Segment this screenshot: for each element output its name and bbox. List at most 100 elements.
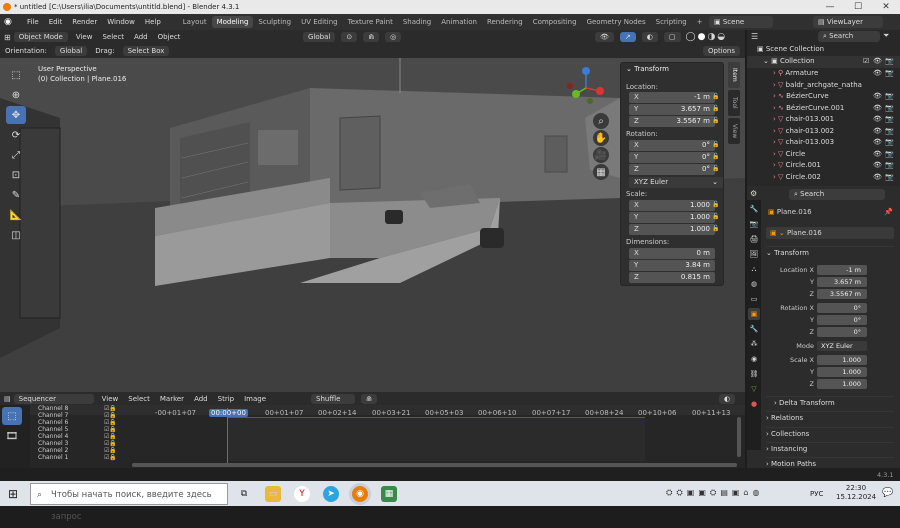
measure-icon[interactable]: 📐 xyxy=(6,206,26,224)
modifier-tab-icon[interactable]: 🔧 xyxy=(748,323,760,335)
yandex-browser-icon[interactable]: Y xyxy=(294,486,310,502)
task-view-icon[interactable]: ⧉ xyxy=(236,486,252,502)
prop-location-x[interactable]: -1 m xyxy=(817,265,867,275)
menu-help[interactable]: Help xyxy=(140,18,166,26)
rotation-z-field[interactable]: Z 0° xyxy=(629,164,715,175)
outliner-item[interactable]: › ▽ chair-013.001 👁 📷 xyxy=(747,114,900,126)
visibility-icon[interactable]: 👁 xyxy=(595,32,614,42)
blade-tool-icon[interactable]: 🎞 xyxy=(2,427,22,445)
outliner-item[interactable]: › ∿ BézierCurve 👁 📷 xyxy=(747,91,900,103)
pin-icon[interactable]: 📌 xyxy=(884,208,893,216)
prop-rotation-mode[interactable]: XYZ Euler xyxy=(817,341,867,351)
outliner-item[interactable]: › ▽ chair-013.003 👁 📷 xyxy=(747,137,900,149)
prop-rotation-x[interactable]: 0° xyxy=(817,303,867,313)
prop-location-y[interactable]: 3.657 m xyxy=(817,277,867,287)
material-tab-icon[interactable]: ● xyxy=(748,398,760,410)
collection-tab-icon[interactable]: ▭ xyxy=(748,293,760,305)
system-tray-icons[interactable]: ⛭⛭▣▣⛭▤▣⌂◍ xyxy=(666,488,764,498)
tab-compositing[interactable]: Compositing xyxy=(528,16,582,28)
tab-item[interactable]: Item xyxy=(728,62,740,88)
options-button[interactable]: Options xyxy=(703,46,741,56)
menu-select[interactable]: Select xyxy=(97,33,129,41)
shuffle-mode-selector[interactable]: Shuffle xyxy=(311,393,356,404)
outliner-item[interactable]: › ▽ Circle.002 👁 📷 xyxy=(747,172,900,184)
scale-z-field[interactable]: Z 1.000 xyxy=(629,224,715,235)
tab-uv-editing[interactable]: UV Editing xyxy=(296,16,343,28)
outliner-item[interactable]: › ∿ BézierCurve.001 👁 📷 xyxy=(747,103,900,115)
camera-icon[interactable]: 🎥 xyxy=(593,147,609,163)
tab-tool[interactable]: Tool xyxy=(728,90,740,116)
tab-scripting[interactable]: Scripting xyxy=(651,16,692,28)
lock-icon[interactable]: 🔓 xyxy=(712,165,719,172)
rotate-icon[interactable]: ⟳ xyxy=(6,126,26,144)
lock-icon[interactable]: 🔓 xyxy=(712,201,719,208)
add-cube-icon[interactable]: ◫ xyxy=(6,226,26,244)
collapse-icon[interactable]: ⌄ xyxy=(626,65,634,73)
annotate-icon[interactable]: ✎ xyxy=(6,186,26,204)
location-x-field[interactable]: X -1 m xyxy=(629,92,715,103)
outliner-editor-icon[interactable]: ☰ xyxy=(751,32,758,41)
outliner-search-input[interactable]: ⌕ Search xyxy=(818,31,880,42)
mode-selector[interactable]: Object Mode xyxy=(13,32,68,42)
rotation-y-field[interactable]: Y 0° xyxy=(629,152,715,163)
tab-animation[interactable]: Animation xyxy=(436,16,482,28)
object-tab-icon[interactable]: ▣ xyxy=(748,308,760,320)
particles-tab-icon[interactable]: ⁂ xyxy=(748,338,760,350)
notifications-icon[interactable]: 💬 xyxy=(882,488,893,498)
vertical-scrollbar[interactable] xyxy=(737,417,741,457)
tool-tab-icon[interactable]: 🔧 xyxy=(748,203,760,215)
maximize-button[interactable]: ☐ xyxy=(844,0,872,14)
viewlayer-selector[interactable]: ▤ ViewLayer xyxy=(813,16,883,28)
perspective-grid-icon[interactable]: ▦ xyxy=(593,164,609,180)
minimize-button[interactable]: — xyxy=(816,0,844,14)
seq-menu-image[interactable]: Image xyxy=(239,395,271,403)
telegram-icon[interactable]: ➤ xyxy=(323,486,339,502)
prop-scale-z[interactable]: 1.000 xyxy=(817,379,867,389)
taskbar-search-input[interactable]: ⌕ Чтобы начать поиск, введите здесь запр… xyxy=(30,483,228,522)
scale-x-field[interactable]: X 1.000 xyxy=(629,200,715,211)
outliner-item[interactable]: › ⚲ Armature 👁 📷 xyxy=(747,68,900,80)
menu-render[interactable]: Render xyxy=(67,18,102,26)
tab-shading[interactable]: Shading xyxy=(398,16,436,28)
prop-location-z[interactable]: 3.5567 m xyxy=(817,289,867,299)
outliner-item[interactable]: › ▽ Circle.001 👁 📷 xyxy=(747,160,900,172)
lock-icon[interactable]: 🔓 xyxy=(712,93,719,100)
scene-selector[interactable]: ▣ Scene xyxy=(709,16,773,28)
output-tab-icon[interactable]: 🖨 xyxy=(748,233,760,245)
prop-rotation-y[interactable]: 0° xyxy=(817,315,867,325)
menu-edit[interactable]: Edit xyxy=(44,18,68,26)
seq-menu-add[interactable]: Add xyxy=(189,395,213,403)
delta-transform-section[interactable]: › Delta Transform xyxy=(766,396,894,409)
solid-shading-icon[interactable]: ● xyxy=(698,32,706,42)
view-layer-tab-icon[interactable]: 🖼 xyxy=(748,248,760,260)
transform-section-header[interactable]: ⌄ Transform xyxy=(766,246,894,259)
windows-start-icon[interactable]: ⊞ xyxy=(8,487,18,501)
menu-window[interactable]: Window xyxy=(102,18,140,26)
channel-toggles[interactable]: ☑🔒 ☑🔒 ☑🔒 ☑🔒 ☑🔒 ☑🔒 ☑🔒 ☑🔒 xyxy=(104,405,117,461)
tab-rendering[interactable]: Rendering xyxy=(482,16,528,28)
horizontal-scrollbar[interactable] xyxy=(132,463,737,467)
file-explorer-icon[interactable]: ▭ xyxy=(265,486,281,502)
instancing-section[interactable]: › Instancing xyxy=(766,442,894,455)
dimension-y-field[interactable]: Y 3.84 m xyxy=(629,260,715,271)
menu-add[interactable]: Add xyxy=(129,33,153,41)
overlay-toggle-icon[interactable]: ◐ xyxy=(641,32,658,42)
menu-object[interactable]: Object xyxy=(153,33,186,41)
location-y-field[interactable]: Y 3.657 m xyxy=(629,104,715,115)
prop-scale-y[interactable]: 1.000 xyxy=(817,367,867,377)
orientation-selector[interactable]: Global xyxy=(54,46,88,56)
relations-section[interactable]: › Relations xyxy=(766,411,894,424)
clock[interactable]: 22:30 15.12.2024 xyxy=(836,484,876,502)
menu-view[interactable]: View xyxy=(71,33,98,41)
outliner-item[interactable]: › ▽ baldr_archgate_natha xyxy=(747,80,900,92)
collections-section[interactable]: › Collections xyxy=(766,427,894,440)
close-button[interactable]: ✕ xyxy=(872,0,900,14)
blender-menu-icon[interactable]: ◉ xyxy=(4,17,18,27)
seq-menu-marker[interactable]: Marker xyxy=(155,395,189,403)
gizmo-toggle-icon[interactable]: ↗ xyxy=(619,32,636,42)
data-tab-icon[interactable]: ▽ xyxy=(748,383,760,395)
language-indicator[interactable]: РУС xyxy=(810,490,823,498)
editor-type-icon[interactable]: ⊞ xyxy=(4,33,11,42)
prop-scale-x[interactable]: 1.000 xyxy=(817,355,867,365)
tab-layout[interactable]: Layout xyxy=(178,16,212,28)
